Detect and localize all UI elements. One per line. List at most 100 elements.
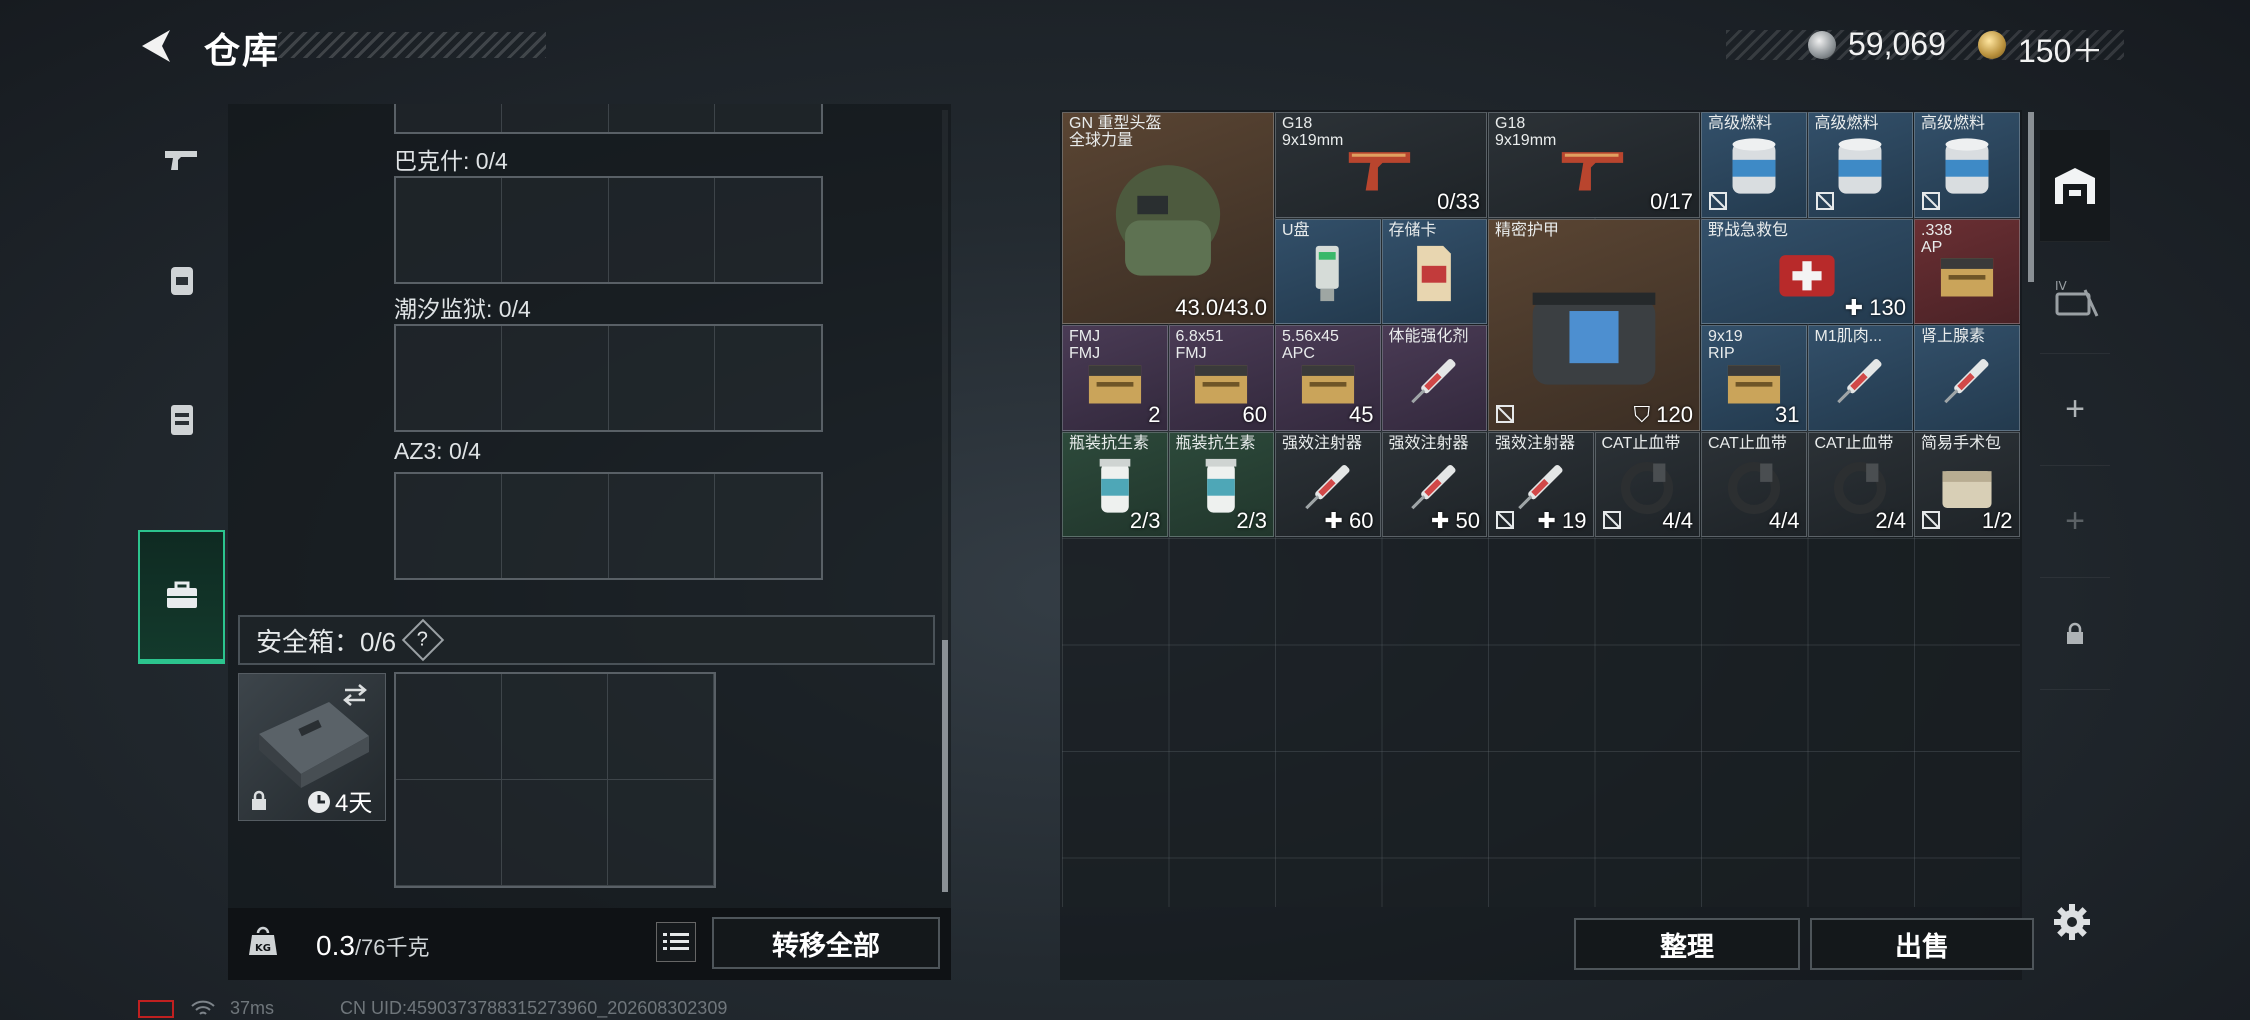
item-name: 9x19 RIP (1708, 328, 1743, 362)
not-sellable-icon (1815, 191, 1834, 210)
not-sellable-icon (1709, 191, 1727, 210)
help-button[interactable]: ? (401, 618, 445, 662)
warehouse-icon (2055, 167, 2095, 204)
briefcase-icon (166, 581, 197, 608)
inventory-item[interactable]: 5.56x45 APC 45 (1275, 325, 1381, 431)
item-name: .338 AP (1921, 221, 1953, 256)
tab-weapons[interactable] (138, 100, 225, 220)
item-count: 60 (1242, 401, 1267, 427)
svg-text:KG: KG (255, 943, 271, 954)
inventory-item[interactable]: U盘 (1275, 218, 1381, 324)
add-page-button[interactable]: + (2040, 354, 2110, 466)
inventory-item[interactable]: GN 重型头盔 全球力量 43.0/43.0 (1062, 112, 1274, 324)
item-name: M1肌肉... (1814, 328, 1883, 345)
back-button[interactable] (136, 24, 180, 68)
inventory-item[interactable]: 9x19 RIP 31 (1701, 325, 1807, 431)
wifi-icon (191, 1000, 215, 1015)
weight-capacity: /76千克 (354, 935, 430, 960)
item-name: 高级燃料 (1814, 115, 1879, 132)
battery-icon (138, 1000, 174, 1018)
storage-iv-icon: IV (2055, 279, 2099, 317)
slot-grid-az3[interactable] (394, 472, 823, 580)
tab-rig[interactable] (138, 360, 225, 480)
inventory-item[interactable]: 强效注射器 ✚ 60 (1275, 431, 1381, 537)
item-count: 0/17 (1650, 188, 1693, 214)
lock-icon (2067, 622, 2083, 644)
item-name: GN 重型头盔 全球力量 (1069, 115, 1162, 149)
category-tabs (138, 100, 225, 680)
inventory-item[interactable]: G18 9x19mm 0/17 (1488, 112, 1700, 218)
safe-box-case[interactable]: 4天 (238, 673, 386, 821)
pistol-icon (164, 151, 197, 170)
safe-box-grid[interactable] (394, 672, 716, 888)
silver-amount: 59,069 (1848, 26, 1946, 62)
page-warehouse[interactable] (2040, 130, 2110, 242)
ping-readout: 37ms (230, 998, 275, 1018)
item-name: G18 9x19mm (1495, 115, 1557, 149)
item-name: 体能强化剂 (1388, 328, 1469, 345)
page-iv[interactable]: IV (2040, 242, 2110, 354)
locked-page (2040, 578, 2110, 690)
item-name: 强效注射器 (1388, 434, 1469, 452)
inventory-item[interactable]: 高级燃料 (1701, 112, 1807, 218)
scrollbar[interactable] (942, 640, 948, 892)
item-count: 2/4 (1875, 508, 1906, 533)
chest-rig-icon (170, 405, 193, 435)
inventory-item[interactable]: .338 AP (1914, 218, 2020, 324)
inventory-item[interactable]: 强效注射器 ✚ 50 (1381, 431, 1487, 537)
not-sellable-icon (1496, 404, 1514, 423)
safe-box-header: 安全箱：0/6 ? (238, 615, 935, 665)
slot-label-bakhsh: 巴克什: 0/4 (394, 148, 508, 174)
inventory-scrollbar[interactable] (2028, 112, 2034, 282)
inventory-item[interactable]: 6.8x51 FMJ 60 (1168, 325, 1274, 431)
inventory-item[interactable]: 高级燃料 (1807, 112, 1913, 218)
medkit-icon (1769, 236, 1846, 318)
inventory-item[interactable]: CAT止血带 2/4 (1807, 431, 1913, 537)
sell-button[interactable]: 出售 (1810, 918, 2034, 970)
inventory-item[interactable]: G18 9x19mm 0/33 (1275, 112, 1487, 218)
inventory-item[interactable]: M1肌肉... (1807, 325, 1913, 431)
inventory-item[interactable]: 存储卡 (1381, 218, 1487, 324)
transfer-all-button[interactable]: 转移全部 (712, 917, 940, 969)
item-name: 高级燃料 (1921, 115, 1986, 132)
slot-grid-bakhsh[interactable] (394, 176, 823, 284)
inventory-grid: GN 重型头盔 全球力量 43.0/43.0 G18 9x19mm 0/33 G18 9… (1062, 112, 2020, 907)
item-count: 0/33 (1437, 188, 1480, 214)
not-sellable-icon (1922, 191, 1940, 210)
usb-drive-icon (1289, 236, 1366, 318)
inventory-item[interactable]: CAT止血带 4/4 (1594, 431, 1700, 537)
plus-icon: + (2065, 502, 2085, 540)
item-name: 存储卡 (1388, 221, 1437, 239)
inventory-item[interactable]: 野战急救包 ✚ 130 (1701, 218, 1913, 324)
item-count: 43.0/43.0 (1175, 295, 1267, 320)
inventory-item[interactable]: 瓶装抗生素 2/3 (1062, 431, 1168, 537)
item-name: 简易手术包 (1921, 434, 2002, 452)
item-count: ✚ 60 (1324, 508, 1374, 533)
inventory-item[interactable]: 体能强化剂 (1381, 325, 1487, 431)
item-name: 强效注射器 (1282, 434, 1363, 452)
inventory-item[interactable]: 简易手术包 1/2 (1914, 431, 2020, 537)
slot-grid-tidal-prison[interactable] (394, 324, 823, 432)
gold-amount[interactable]: 150＋ (2018, 26, 2103, 72)
inventory-item[interactable]: 精密护甲 ⛉ 120 (1488, 218, 1700, 431)
settings-gear-icon[interactable] (2052, 902, 2092, 942)
item-count: 2/3 (1129, 508, 1161, 533)
inventory-item[interactable]: FMJ FMJ 2 (1062, 325, 1168, 431)
inventory-item[interactable]: 强效注射器 ✚ 19 (1488, 431, 1594, 537)
syringe-icon (1928, 342, 2005, 424)
inventory-item[interactable]: 瓶装抗生素 2/3 (1168, 431, 1274, 537)
pistol-icon (1343, 129, 1420, 211)
inventory-item[interactable]: 肾上腺素 (1914, 325, 2020, 431)
item-name: U盘 (1282, 221, 1310, 239)
item-name: 5.56x45 APC (1282, 328, 1339, 362)
organize-button[interactable]: 整理 (1574, 918, 1800, 970)
item-count: 4/4 (1662, 508, 1693, 533)
inventory-item[interactable]: 高级燃料 (1914, 112, 2020, 218)
weight-readout: 0.3/76千克 (316, 930, 430, 962)
item-count: 4/4 (1768, 508, 1800, 533)
tab-gear[interactable] (138, 220, 225, 340)
gold-coin-icon (1978, 31, 2006, 59)
tab-safe-box[interactable] (138, 530, 225, 664)
list-view-button[interactable] (656, 922, 696, 962)
inventory-item[interactable]: CAT止血带 4/4 (1701, 431, 1807, 537)
